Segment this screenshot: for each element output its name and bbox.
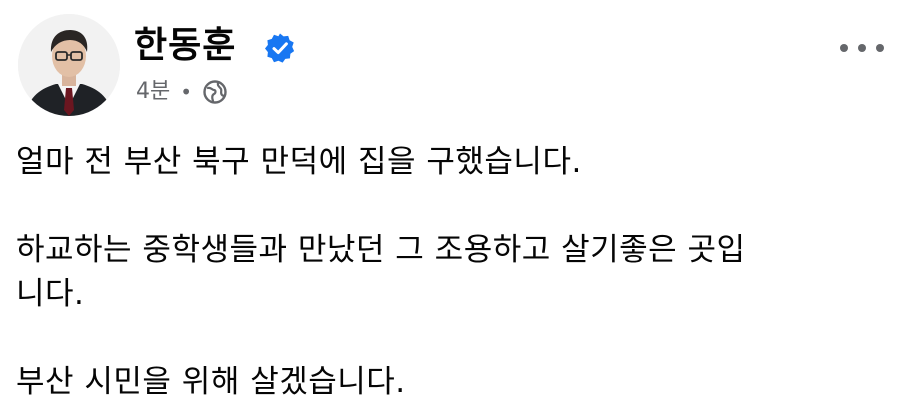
more-dot (858, 44, 866, 52)
more-dot (840, 44, 848, 52)
post-paragraph: 부산 시민을 위해 살겠습니다. (16, 364, 406, 400)
avatar-portrait (18, 14, 120, 116)
post-paragraph: 하교하는 중학생들과 만났던 그 조용하고 살기좋은 곳입니다. (16, 232, 746, 312)
post-text: 얼마 전 부산 북구 만덕에 집을 구했습니다. 하교하는 중학생들과 만났던 … (16, 140, 876, 404)
post-meta: 4분 • (136, 76, 228, 108)
author-name[interactable]: 한동훈 (134, 24, 236, 68)
post-timestamp[interactable]: 4분 (136, 76, 170, 108)
verified-badge-icon (265, 33, 295, 63)
globe-icon[interactable] (202, 79, 228, 105)
avatar[interactable] (18, 14, 120, 116)
more-dot (876, 44, 884, 52)
more-options-icon[interactable] (840, 36, 884, 60)
post-header: 한동훈 4분 • (18, 14, 888, 124)
meta-separator: • (180, 80, 193, 104)
post-paragraph: 얼마 전 부산 북구 만덕에 집을 구했습니다. (16, 144, 582, 180)
